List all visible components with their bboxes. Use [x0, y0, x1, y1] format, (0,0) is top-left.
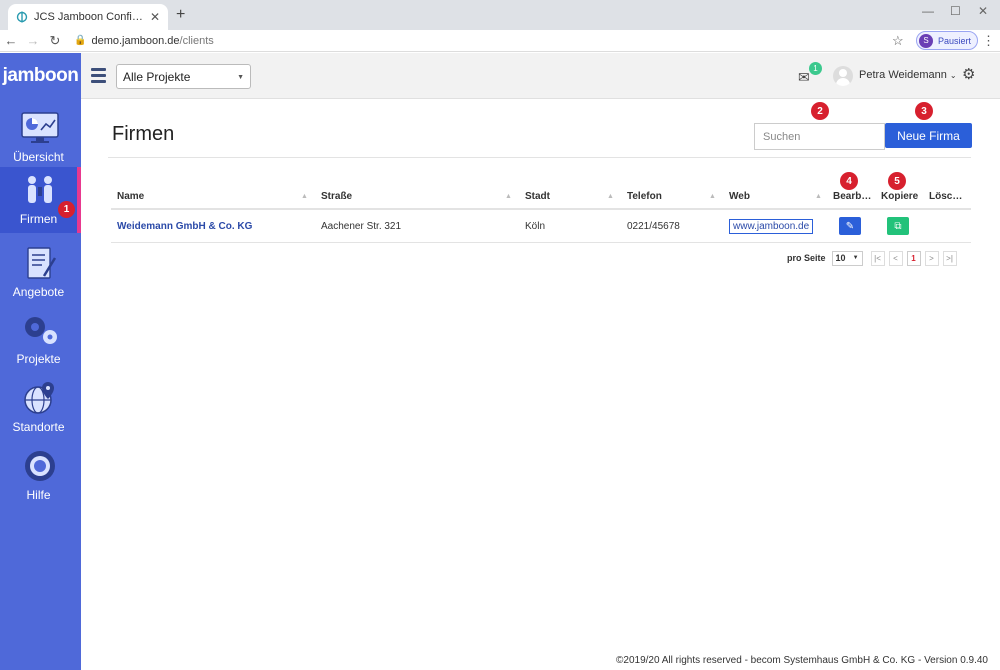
edit-icon: ✎	[845, 220, 855, 232]
company-name-link[interactable]: Weidemann GmbH & Co. KG	[117, 221, 252, 232]
browser-tab-bar: JCS Jamboon Configuration Serv ✕ + — ☐ ✕	[0, 0, 1000, 30]
mail-badge: 1	[809, 62, 822, 75]
back-arrow-icon[interactable]: ←	[0, 33, 22, 48]
project-select-value: Alle Projekte	[123, 69, 191, 84]
page-size-label: pro Seite	[787, 253, 826, 263]
last-page-button[interactable]: >|	[942, 250, 957, 266]
browser-menu-icon[interactable]: ⋮	[982, 33, 995, 49]
sort-arrow-icon[interactable]: ▲	[505, 193, 512, 200]
page-title: Firmen	[112, 123, 175, 145]
dashboard-icon	[21, 112, 59, 143]
minimize-icon[interactable]: —	[922, 4, 934, 18]
step-marker-3: 3	[915, 102, 933, 120]
copy-icon: ⧉	[894, 220, 902, 232]
current-page-button[interactable]: 1	[906, 250, 921, 266]
footer: ©2019/20 All rights reserved - becom Sys…	[81, 652, 1000, 670]
sidebar-item-angebote[interactable]: Angebote	[0, 240, 81, 306]
tab-title: JCS Jamboon Configuration Serv	[34, 11, 146, 23]
table-row: Weidemann GmbH & Co. KG Aachener Str. 32…	[111, 211, 971, 243]
sidebar-item-projekte[interactable]: Projekte	[0, 307, 81, 373]
prev-page-button[interactable]: <	[888, 250, 903, 266]
user-name: Petra Weidemann	[859, 69, 947, 81]
next-page-button[interactable]: >	[924, 250, 939, 266]
table-header: Name ▲ Straße ▲ Stadt ▲ Telefon ▲ Web ▲ …	[111, 185, 971, 210]
sort-arrow-icon[interactable]: ▲	[709, 193, 716, 200]
street-cell: Aachener Str. 321	[321, 221, 402, 232]
profile-avatar: S	[919, 33, 933, 48]
profile-label: Pausiert	[938, 35, 972, 46]
gear-icon[interactable]: ⚙	[962, 65, 975, 83]
sort-arrow-icon[interactable]: ▲	[301, 193, 308, 200]
main-content: Firmen 2 3 Neue Firma 4 5 Name ▲ Straße …	[81, 99, 1000, 652]
sidebar-item-firmen[interactable]: Firmen 1	[0, 167, 81, 233]
globe-pin-icon	[24, 382, 54, 414]
column-header-delete: Lösc…	[929, 191, 963, 202]
edit-button[interactable]: ✎	[839, 217, 861, 235]
mail-icon[interactable]: ✉	[798, 69, 810, 86]
profile-button[interactable]: S Pausiert	[916, 31, 979, 50]
url-field[interactable]: 🔒 demo.jamboon.de/clients	[74, 35, 214, 47]
window-close-icon[interactable]: ✕	[978, 4, 988, 18]
city-cell: Köln	[525, 221, 546, 232]
user-menu[interactable]: Petra Weidemann ⌄	[859, 69, 957, 81]
sidebar-item-label: Übersicht	[13, 150, 64, 164]
sidebar-item-standorte[interactable]: Standorte	[0, 375, 81, 441]
sidebar-item-label: Hilfe	[26, 488, 51, 502]
lifebuoy-icon	[25, 451, 55, 481]
document-icon	[27, 247, 57, 279]
address-bar: ← → ↻ 🔒 demo.jamboon.de/clients ☆ S Paus…	[0, 30, 1000, 52]
jamboon-favicon-icon	[16, 11, 28, 23]
maximize-icon[interactable]: ☐	[950, 4, 961, 18]
bookmark-star-icon[interactable]: ☆	[892, 33, 904, 49]
people-icon	[28, 176, 52, 203]
gears-icon	[25, 317, 57, 344]
sidebar-item-hilfe[interactable]: Hilfe	[0, 443, 81, 509]
pagination: pro Seite 10 ▼ |< < 1 > >|	[787, 249, 961, 267]
chevron-down-icon: ▼	[237, 74, 244, 81]
hamburger-menu-icon[interactable]	[91, 68, 106, 86]
column-header-copy: Kopiere	[881, 191, 919, 202]
step-marker-2: 2	[811, 102, 829, 120]
forward-arrow-icon[interactable]: →	[22, 33, 44, 48]
page-size-value: 10	[835, 253, 846, 263]
first-page-button[interactable]: |<	[870, 250, 885, 266]
sort-arrow-icon[interactable]: ▲	[607, 193, 614, 200]
url-host: demo.jamboon.de	[91, 34, 180, 47]
column-header-street[interactable]: Straße	[321, 191, 352, 202]
column-header-city[interactable]: Stadt	[525, 191, 550, 202]
page-size-select[interactable]: 10 ▼	[831, 250, 863, 266]
project-select[interactable]: Alle Projekte ▼	[116, 64, 251, 89]
sidebar-item-uebersicht[interactable]: Übersicht	[0, 105, 81, 171]
jamboon-logo[interactable]: jamboon	[0, 53, 81, 99]
column-header-name[interactable]: Name	[117, 191, 144, 202]
app-header: jamboon Alle Projekte ▼ ✉ 1 Petra Weidem…	[0, 53, 1000, 99]
reload-icon[interactable]: ↻	[44, 33, 66, 49]
browser-tab[interactable]: JCS Jamboon Configuration Serv ✕	[8, 4, 168, 30]
user-menu-chevron-icon: ⌄	[949, 71, 957, 80]
sidebar-item-label: Projekte	[16, 352, 61, 366]
chevron-down-icon: ▼	[852, 255, 859, 261]
user-avatar[interactable]	[833, 66, 853, 86]
sidebar-item-label: Standorte	[12, 420, 65, 434]
step-marker-1: 1	[58, 201, 75, 218]
new-company-button[interactable]: Neue Firma	[885, 123, 972, 148]
search-input[interactable]	[754, 123, 885, 150]
sidebar-item-label: Angebote	[12, 285, 65, 299]
web-link[interactable]: www.jamboon.de	[729, 219, 814, 234]
tab-close-icon[interactable]: ✕	[150, 10, 160, 24]
lock-icon: 🔒	[74, 35, 87, 46]
title-divider	[108, 157, 971, 158]
sort-arrow-icon[interactable]: ▲	[815, 193, 822, 200]
phone-cell: 0221/45678	[627, 221, 680, 232]
column-header-phone[interactable]: Telefon	[627, 191, 662, 202]
copy-button[interactable]: ⧉	[887, 217, 909, 235]
column-header-web[interactable]: Web	[729, 191, 750, 202]
url-path: /clients	[179, 34, 214, 47]
sidebar: Übersicht Firmen 1 Angebote Projekte Sta…	[0, 99, 81, 670]
column-header-edit: Bearb…	[833, 191, 872, 202]
new-tab-button[interactable]: +	[176, 6, 185, 24]
